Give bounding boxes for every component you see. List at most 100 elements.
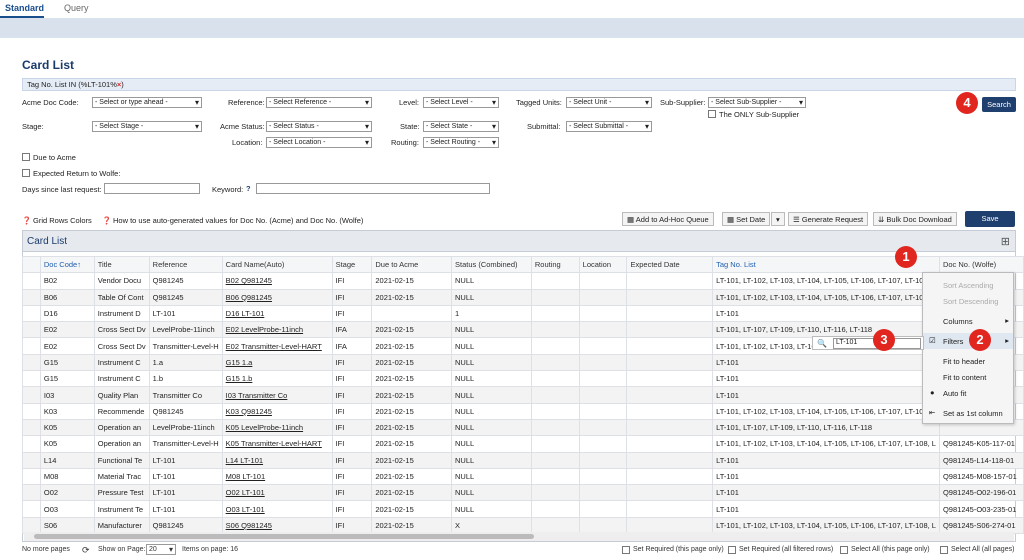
select-all-pages-checkbox[interactable] (940, 546, 948, 554)
table-row[interactable]: K03 Recommende Q981245 K03 Q981245 IFI 2021-0… (22, 402, 1024, 420)
table-row[interactable]: L14 Functional Te LT-101 L14 LT-101 IFI 2021-… (22, 451, 1024, 469)
grid-colors-link[interactable]: Grid Rows Colors (33, 216, 92, 225)
horizontal-scrollbar[interactable] (24, 532, 1014, 541)
table-cell[interactable]: M08 LT-101 (221, 467, 333, 486)
set-date-button[interactable]: ▦ Set Date (722, 212, 771, 226)
table-row[interactable]: G15 Instrument C 1.b G15 1.b IFI 2021-02-15 NU… (22, 370, 1024, 388)
table-cell: IFI (331, 418, 373, 437)
row-checkbox-cell[interactable] (22, 418, 41, 437)
column-header[interactable]: Status (Combined) (451, 255, 532, 274)
table-row[interactable]: K05 Operation an Transmitter-Level-H K05 Tr… (22, 435, 1024, 453)
keyword-help-icon[interactable]: ? (246, 184, 251, 193)
expected-return-checkbox[interactable] (22, 169, 30, 177)
menu-auto-fit[interactable]: ● Auto fit (923, 385, 1013, 401)
table-row[interactable]: K05 Operation an LevelProbe-11inch K05 Leve… (22, 418, 1024, 437)
menu-filters[interactable]: ☑ Filters ▸ (923, 333, 1013, 349)
tab-standard[interactable]: Standard (5, 3, 44, 13)
table-cell[interactable]: D16 LT-101 (221, 304, 333, 323)
table-row[interactable]: I03 Quality Plan Transmitter Co I03 Transmi… (22, 386, 1024, 404)
acme-status-select[interactable]: - Select Status - (266, 121, 372, 132)
table-cell[interactable]: K03 Q981245 (221, 402, 333, 420)
menu-sort-ascending[interactable]: Sort Ascending (923, 277, 1013, 293)
row-checkbox-cell[interactable] (22, 451, 41, 469)
table-cell[interactable]: B02 Q981245 (221, 272, 333, 290)
row-checkbox-cell[interactable] (22, 304, 41, 323)
scrollbar-thumb[interactable] (34, 534, 534, 539)
column-header[interactable]: Stage (331, 255, 373, 274)
select-all-page-checkbox[interactable] (840, 546, 848, 554)
refresh-icon[interactable]: ⟳ (82, 545, 90, 556)
column-header[interactable]: Location (578, 255, 628, 274)
table-row[interactable]: D16 Instrument D LT-101 D16 LT-101 IFI 1 LT-10… (22, 304, 1024, 323)
row-checkbox-cell[interactable] (22, 484, 41, 502)
search-button[interactable]: Search (982, 97, 1016, 112)
set-date-dropdown-button[interactable]: ▾ (771, 212, 785, 226)
row-checkbox-cell[interactable] (22, 370, 41, 388)
column-header[interactable]: Due to Acme (371, 255, 452, 274)
table-row[interactable]: M08 Material Trac LT-101 M08 LT-101 IFI 2021-… (22, 467, 1024, 486)
table-cell[interactable]: E02 LevelProbe-11inch (221, 321, 333, 339)
stage-select[interactable]: - Select Stage - (92, 121, 202, 132)
row-checkbox-cell[interactable] (22, 353, 41, 372)
row-checkbox-cell[interactable] (22, 467, 41, 486)
add-card-icon[interactable]: ⊞ (1001, 235, 1010, 248)
table-cell[interactable]: O03 LT-101 (221, 500, 333, 518)
table-cell[interactable]: K05 LevelProbe-11inch (221, 418, 333, 437)
submittal-select[interactable]: - Select Submittal - (566, 121, 652, 132)
auto-values-link[interactable]: How to use auto-generated values for Doc… (113, 216, 363, 225)
column-header[interactable]: Card Name(Auto) (221, 255, 333, 274)
set-required-all-checkbox[interactable] (728, 546, 736, 554)
column-header[interactable]: Expected Date (626, 255, 714, 274)
row-checkbox-cell[interactable] (22, 288, 41, 306)
table-cell[interactable]: G15 1.a (221, 353, 333, 372)
generate-request-button[interactable]: ☰ Generate Request (788, 212, 869, 226)
tab-query[interactable]: Query (64, 3, 89, 13)
bulk-download-button[interactable]: ⇊ Bulk Doc Download (873, 212, 957, 226)
menu-fit-content[interactable]: Fit to content (923, 369, 1013, 385)
column-header[interactable]: Doc Code↑ (39, 255, 95, 274)
reference-select[interactable]: - Select Reference - (266, 97, 372, 108)
row-checkbox-cell[interactable] (22, 337, 41, 355)
state-select[interactable]: - Select State - (423, 121, 499, 132)
column-header[interactable]: Routing (530, 255, 580, 274)
column-header[interactable]: Title (93, 255, 150, 274)
level-select[interactable]: - Select Level - (423, 97, 499, 108)
table-row[interactable]: G15 Instrument C 1.a G15 1.a IFI 2021-02-15 NU… (22, 353, 1024, 372)
due-to-acme-checkbox[interactable] (22, 153, 30, 161)
menu-fit-header[interactable]: Fit to header (923, 353, 1013, 369)
tagged-units-select[interactable]: - Select Unit - (566, 97, 652, 108)
row-checkbox-cell[interactable] (22, 386, 41, 404)
table-row[interactable]: B06 Table Of Cont Q981245 B06 Q981245 IFI 202… (22, 288, 1024, 306)
table-cell[interactable]: E02 Transmitter-Level-HART (221, 337, 333, 355)
row-checkbox-cell[interactable] (22, 321, 41, 339)
table-cell[interactable]: G15 1.b (221, 370, 333, 388)
save-button[interactable]: Save (965, 211, 1015, 227)
sub-supplier-select[interactable]: - Select Sub-Supplier - (708, 97, 806, 108)
row-checkbox-cell[interactable] (22, 500, 41, 518)
table-cell[interactable]: K05 Transmitter-Level-HART (221, 435, 333, 453)
add-adhoc-queue-button[interactable]: ▦ Add to Ad-Hoc Queue (622, 212, 714, 226)
table-cell[interactable]: L14 LT-101 (221, 451, 333, 469)
days-since-input[interactable] (104, 183, 200, 194)
menu-set-first-column[interactable]: ⇤ Set as 1st column (923, 405, 1013, 421)
row-checkbox-cell[interactable] (22, 272, 41, 290)
table-cell[interactable]: O02 LT-101 (221, 484, 333, 502)
table-row[interactable]: B02 Vendor Docu Q981245 B02 Q981245 IFI 2021-… (22, 272, 1024, 290)
table-row[interactable]: O03 Instrument Te LT-101 O03 LT-101 IFI 2021-… (22, 500, 1024, 518)
column-header[interactable]: Reference (148, 255, 223, 274)
routing-select[interactable]: - Select Routing - (423, 137, 499, 148)
set-required-page-checkbox[interactable] (622, 546, 630, 554)
acme-doc-code-select[interactable]: - Select or type ahead - (92, 97, 202, 108)
table-row[interactable]: O02 Pressure Test LT-101 O02 LT-101 IFI 2021-… (22, 484, 1024, 502)
column-header[interactable]: Doc No. (Wolfe) (938, 255, 1024, 274)
only-sub-supplier-checkbox[interactable] (708, 110, 716, 118)
table-cell[interactable]: B06 Q981245 (221, 288, 333, 306)
table-cell[interactable]: I03 Transmitter Co (221, 386, 333, 404)
row-checkbox-cell[interactable] (22, 435, 41, 453)
location-select[interactable]: - Select Location - (266, 137, 372, 148)
keyword-input[interactable] (256, 183, 490, 194)
row-checkbox-cell[interactable] (22, 402, 41, 420)
menu-sort-descending[interactable]: Sort Descending (923, 293, 1013, 309)
page-size-select[interactable]: 20 (146, 544, 176, 555)
menu-columns[interactable]: Columns ▸ (923, 313, 1013, 329)
